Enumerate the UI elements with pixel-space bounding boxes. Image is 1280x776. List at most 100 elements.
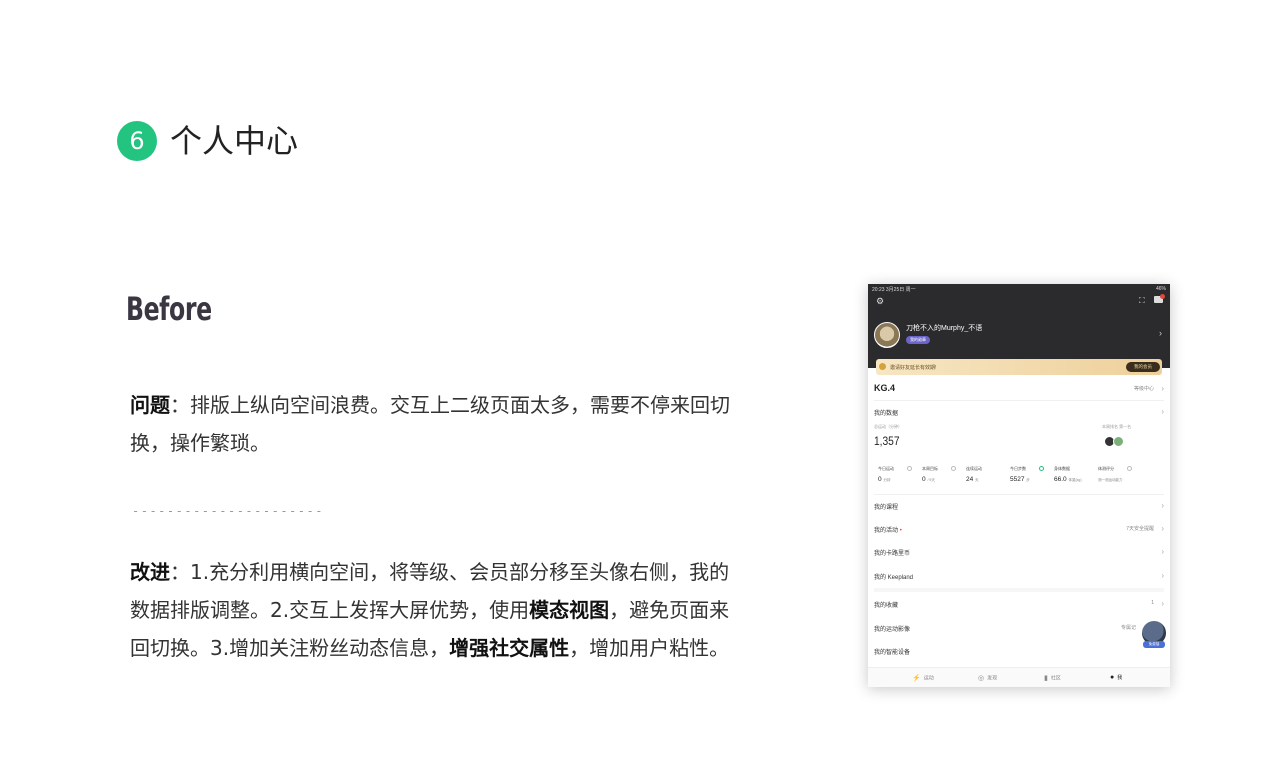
- card-value: 5527: [1010, 476, 1025, 483]
- card-label: 本周目标: [922, 466, 938, 471]
- vip-text: 邀请好友延长有效期!: [890, 365, 937, 371]
- bookmark-icon: ▮: [1044, 675, 1048, 682]
- total-label: 总运动（分钟）: [874, 424, 902, 429]
- status-bar: 20:23 3月25日 周一 46%: [872, 286, 1166, 293]
- list-item[interactable]: 我的卡路里币 ›: [874, 547, 1164, 557]
- chevron-right-icon: ›: [1161, 501, 1164, 510]
- card-unit: 测一测运动能力: [1098, 478, 1123, 482]
- card-today[interactable]: 今日运动 0 分钟: [874, 464, 916, 490]
- card-value: 0: [878, 476, 882, 483]
- status-battery: 46%: [1155, 286, 1166, 292]
- friend-avatars[interactable]: [1104, 436, 1126, 447]
- card-label: 连续运动: [966, 466, 982, 471]
- scan-icon[interactable]: ⛶: [1139, 296, 1145, 306]
- problem-sep: ：: [170, 393, 190, 417]
- chevron-right-icon: ›: [1161, 599, 1164, 608]
- avatar[interactable]: [874, 322, 900, 348]
- divider-line: [874, 494, 1164, 495]
- list-item[interactable]: 我的运动影像 专属记: [874, 624, 1164, 633]
- list-item[interactable]: 我的活动 • 7天安全提醒 ›: [874, 524, 1164, 534]
- tab-community[interactable]: ▮ 社区: [1044, 674, 1061, 682]
- avatar: [1113, 436, 1124, 447]
- list-item-label: 我的活动: [874, 528, 899, 534]
- list-item-label: 我的运动影像: [874, 627, 911, 633]
- tab-sport[interactable]: ⚡ 运动: [912, 674, 934, 682]
- my-data-row[interactable]: 我的数据 ›: [874, 407, 1164, 417]
- card-unit: 分钟: [883, 478, 891, 482]
- list-item[interactable]: 我的 Keepland ›: [874, 571, 1164, 581]
- section-title: 个人中心: [170, 122, 299, 160]
- card-fitness-score[interactable]: 体测评分 测一测运动能力: [1094, 464, 1136, 490]
- card-value: 24: [966, 476, 974, 483]
- card-label: 今日运动: [878, 466, 894, 471]
- list-item-label: 我的卡路里币: [874, 551, 911, 557]
- tab-me[interactable]: ● 我: [1110, 674, 1122, 681]
- total-value: 1,357: [874, 434, 900, 448]
- chevron-right-icon: ›: [1161, 384, 1164, 393]
- list-item-label: 我的智能设备: [874, 650, 911, 656]
- tablet-screenshot: 20:23 3月25日 周一 46% ⚙ ⛶ 刀枪不入的Murphy_不语 我的…: [868, 284, 1170, 687]
- tab-discover[interactable]: ◎ 发现: [978, 674, 997, 682]
- card-week-goal[interactable]: 本周目标 0 / 5天: [918, 464, 960, 490]
- gear-icon[interactable]: ⚙: [876, 296, 884, 307]
- chevron-right-icon[interactable]: ›: [1159, 328, 1162, 338]
- improve-bold-1: 模态视图: [529, 598, 610, 622]
- progress-ring-icon: [1039, 466, 1044, 471]
- list-item[interactable]: 我的收藏 1 ›: [874, 599, 1164, 609]
- before-label: Before: [126, 290, 212, 328]
- card-steps[interactable]: 今日步数 5527 步: [1006, 464, 1048, 490]
- tab-label: 运动: [923, 675, 934, 682]
- level: KG.4: [874, 383, 896, 393]
- list-item-value: 1: [1151, 600, 1154, 606]
- card-label: 今日步数: [1010, 466, 1026, 471]
- list-item[interactable]: 我的智能设备: [874, 647, 1164, 656]
- section-number: 6: [117, 121, 157, 161]
- tab-bar: ⚡ 运动 ◎ 发现 ▮ 社区 ● 我: [868, 667, 1170, 687]
- my-vip-button[interactable]: 我的会员: [1126, 362, 1160, 372]
- improve-key: 改进: [130, 560, 170, 584]
- tab-label: 我: [1117, 675, 1123, 681]
- card-unit: 体重(kg): [1068, 478, 1082, 482]
- improve-sep: ：: [170, 560, 190, 584]
- card-value: 66.0: [1054, 476, 1067, 483]
- improve-paragraph: 改进：1.充分利用横向空间，将等级、会员部分移至头像右侧，我的数据排版调整。2.…: [130, 553, 730, 667]
- person-icon: ●: [1110, 674, 1115, 682]
- diamond-icon: [879, 363, 886, 370]
- medal-badge[interactable]: 我的勋章: [906, 336, 930, 344]
- section-gap: [874, 588, 1164, 592]
- floating-tag[interactable]: 免费抽: [1143, 641, 1165, 648]
- chevron-right-icon: ›: [1161, 547, 1164, 556]
- problem-text: 排版上纵向空间浪费。交互上二级页面太多，需要不停来回切换，操作繁琐。: [130, 393, 730, 455]
- card-label: 体测评分: [1098, 466, 1114, 471]
- list-item-value: 7天安全提醒: [1126, 526, 1154, 532]
- problem-key: 问题: [130, 393, 170, 417]
- info-icon: [907, 466, 912, 471]
- divider-line: [874, 400, 1164, 401]
- card-streak[interactable]: 连续运动 24 天: [962, 464, 1004, 490]
- my-data-label: 我的数据: [874, 411, 899, 417]
- chevron-right-icon: ›: [1161, 524, 1164, 533]
- chevron-right-icon: ›: [1161, 407, 1164, 416]
- improve-text-3: ，增加用户粘性。: [569, 636, 730, 660]
- list-item-value: 专属记: [1120, 625, 1136, 631]
- tab-label: 社区: [1050, 675, 1061, 682]
- lightning-icon: ⚡: [912, 675, 921, 682]
- compass-icon: ◎: [978, 675, 985, 682]
- card-body[interactable]: 身体数据 66.0 体重(kg): [1050, 464, 1092, 490]
- card-unit: / 5天: [927, 478, 935, 482]
- plus-icon: [1127, 466, 1132, 471]
- problem-paragraph: 问题：排版上纵向空间浪费。交互上二级页面太多，需要不停来回切换，操作繁琐。: [130, 386, 730, 462]
- card-unit: 天: [975, 478, 979, 482]
- info-icon: [951, 466, 956, 471]
- rank-label: 本周排名 第一名: [1102, 424, 1132, 429]
- list-item-label: 我的 Keepland: [874, 575, 914, 581]
- level-center-link[interactable]: 等级中心: [1134, 385, 1154, 392]
- card-unit: 步: [1026, 478, 1030, 482]
- improve-bold-2: 增强社交属性: [449, 636, 570, 660]
- username: 刀枪不入的Murphy_不语: [906, 325, 983, 332]
- chevron-right-icon: ›: [1161, 571, 1164, 580]
- status-time: 20:23 3月25日 周一: [872, 287, 916, 293]
- tab-label: 发现: [987, 675, 998, 682]
- notification-dot: [1160, 294, 1165, 299]
- list-item[interactable]: 我的课程 ›: [874, 501, 1164, 511]
